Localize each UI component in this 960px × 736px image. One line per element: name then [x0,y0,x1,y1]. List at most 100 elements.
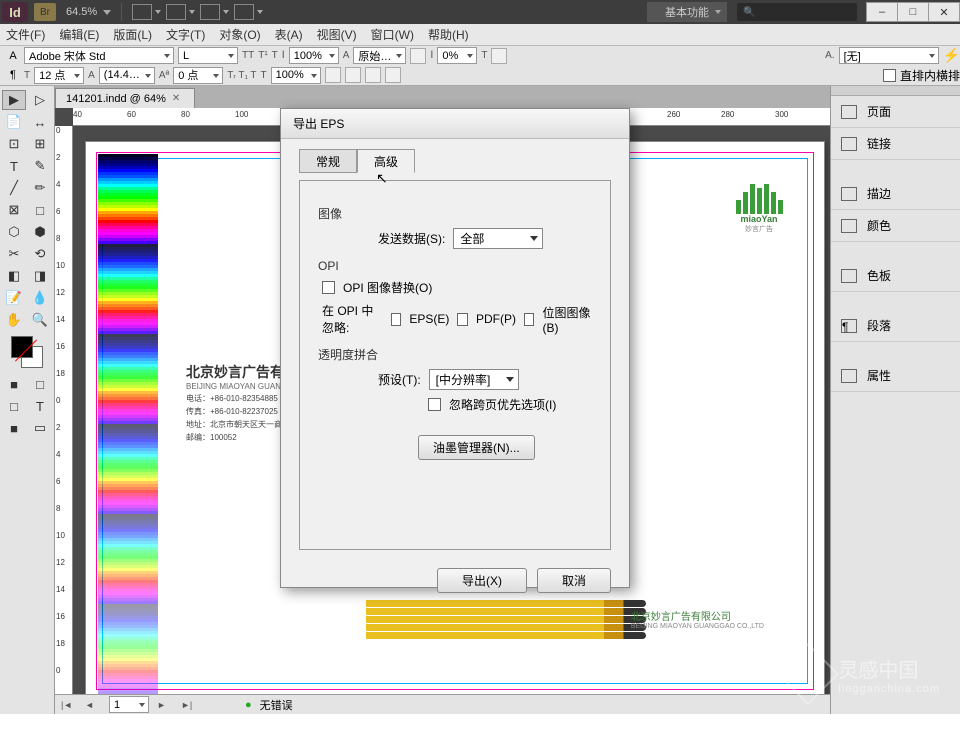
search-input[interactable] [737,3,857,21]
cancel-button[interactable]: 取消 [537,568,611,593]
opi-eps-checkbox[interactable] [391,313,402,326]
rect-frame-tool[interactable]: ⊠ [2,200,26,220]
preset-select[interactable]: [中分辨率] [429,369,519,390]
tracking-select[interactable]: 0 点 [173,67,223,84]
menu-view[interactable]: 视图(V) [317,26,357,43]
direct-selection-tool[interactable]: ▷ [28,90,52,110]
close-button[interactable]: ✕ [928,2,960,22]
color-swatch[interactable] [11,336,43,368]
lang-select[interactable]: 原始… [353,47,406,64]
baseline-select[interactable]: 0% [437,47,477,64]
menu-object[interactable]: 对象(O) [219,26,260,43]
tab-close-icon[interactable]: ✕ [172,93,180,104]
panel-pages[interactable]: 页面 [831,96,960,128]
view-mode-tool-2[interactable]: ▭ [28,418,52,438]
size-select[interactable]: 12 点 [34,67,84,84]
selection-tool[interactable]: ▶ [2,90,26,110]
view-mode-icon-2[interactable] [166,4,186,20]
menu-table[interactable]: 表(A) [275,26,303,43]
ignore-spread-checkbox[interactable] [428,398,441,411]
hand-tool[interactable]: ✋ [2,310,26,330]
bridge-icon[interactable]: Br [34,3,56,21]
ctrl-icon-6[interactable] [385,67,401,83]
polygon-tool[interactable]: ⬡ [2,222,26,242]
preflight-icon[interactable]: ● [245,699,252,711]
ctrl-icon-5[interactable] [365,67,381,83]
menu-edit[interactable]: 编辑(E) [59,26,99,43]
formatting-container-tool[interactable]: □ [2,396,26,416]
panel-links[interactable]: 链接 [831,128,960,160]
panel-paragraph[interactable]: ¶段落 [831,310,960,342]
workspace-dropdown[interactable]: 基本功能 [647,2,727,22]
opi-replace-checkbox[interactable] [322,281,335,294]
ctrl-icon-3[interactable] [325,67,341,83]
minimize-button[interactable]: – [866,2,898,22]
menu-file[interactable]: 文件(F) [6,26,45,43]
maximize-button[interactable]: □ [897,2,929,22]
panel-stroke[interactable]: 描边 [831,178,960,210]
para-mode-icon[interactable]: ¶ [6,68,20,82]
document-tab[interactable]: 141201.indd @ 64%✕ [55,88,195,108]
zoom-tool[interactable]: 🔍 [28,310,52,330]
ctrl-icon-1[interactable] [410,48,426,64]
gap-tool[interactable]: ↔ [28,112,52,132]
lightning-icon[interactable]: ⚡ [943,47,960,64]
view-mode-icon-3[interactable] [200,4,220,20]
ink-manager-button[interactable]: 油墨管理器(N)... [418,435,535,460]
gradient-feather-tool[interactable]: ◨ [28,266,52,286]
mixed-checkbox[interactable] [883,69,896,82]
zoom-level[interactable]: 64.5% [66,6,97,18]
leading-select[interactable]: (14.4… [99,67,155,84]
apply-color-tool[interactable]: □ [28,374,52,394]
content-tool-2[interactable]: ⊞ [28,134,52,154]
gradient-tool[interactable]: ◧ [2,266,26,286]
nav-first[interactable]: |◄ [61,700,77,710]
view-mode-icon-1[interactable] [132,4,152,20]
page-select[interactable]: 1 [109,696,149,713]
hscale-select[interactable]: 100% [289,47,339,64]
menu-window[interactable]: 窗口(W) [371,26,414,43]
type-tool[interactable]: T [2,156,26,176]
pen-tool[interactable]: ✎ [28,156,52,176]
polygon-tool-2[interactable]: ⬢ [28,222,52,242]
view-mode-tool[interactable]: ■ [2,418,26,438]
pencil-tool[interactable]: ✏ [28,178,52,198]
page-tool[interactable]: 📄 [2,112,26,132]
menu-type[interactable]: 文字(T) [166,26,205,43]
ctrl-icon-4[interactable] [345,67,361,83]
font-select[interactable]: Adobe 宋体 Std [24,47,174,64]
note-tool[interactable]: 📝 [2,288,26,308]
content-tool[interactable]: ⊡ [2,134,26,154]
tab-advanced[interactable]: 高级 [357,149,415,173]
eyedropper-tool[interactable]: 💧 [28,288,52,308]
stroke-icon [841,187,857,201]
fill-stroke-tool[interactable]: ■ [2,374,26,394]
view-mode-icon-4[interactable] [234,4,254,20]
vertical-ruler: 02468101214161802468101214161802 [55,126,73,694]
nav-last[interactable]: ►| [181,700,197,710]
opi-bitmap-checkbox[interactable] [524,313,535,326]
tab-general[interactable]: 常规 [299,149,357,173]
char-mode-icon[interactable]: A [6,49,20,63]
formatting-text-tool[interactable]: T [28,396,52,416]
zoom-dropdown-icon[interactable] [103,10,111,15]
export-button[interactable]: 导出(X) [437,568,527,593]
rect-tool[interactable]: □ [28,200,52,220]
menu-layout[interactable]: 版面(L) [113,26,152,43]
para-style-select[interactable]: [无] [839,47,939,64]
opi-pdf-checkbox[interactable] [457,313,468,326]
free-transform-tool[interactable]: ⟲ [28,244,52,264]
panels: 页面 链接 描边 颜色 色板 ¶段落 属性 [830,86,960,714]
panel-attributes[interactable]: 属性 [831,360,960,392]
send-data-select[interactable]: 全部 [453,228,543,249]
menu-help[interactable]: 帮助(H) [428,26,469,43]
line-tool[interactable]: ╱ [2,178,26,198]
ctrl-icon-2[interactable] [491,48,507,64]
nav-prev[interactable]: ◄ [85,700,101,710]
vscale-select[interactable]: 100% [271,67,321,84]
nav-next[interactable]: ► [157,700,173,710]
font-style-select[interactable]: L [178,47,238,64]
panel-color[interactable]: 颜色 [831,210,960,242]
panel-swatches[interactable]: 色板 [831,260,960,292]
scissors-tool[interactable]: ✂ [2,244,26,264]
